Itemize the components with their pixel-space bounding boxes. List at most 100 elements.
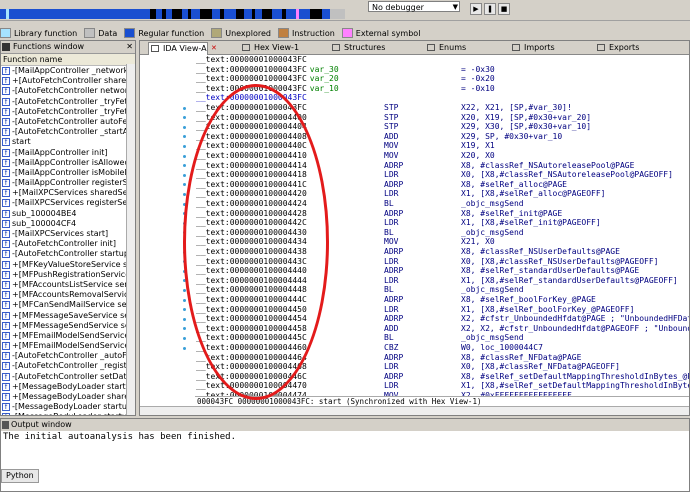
code-line[interactable]: __text:000000010000445C BL _objc_msgSend (196, 333, 524, 343)
function-list-item[interactable]: f+[MFMessageSendService serviceN (1, 321, 135, 331)
code-line[interactable]: __text:0000000100004414 ADRP X8, #classRef… (196, 161, 634, 171)
function-list-item[interactable]: f+[MessageBodyLoader sharedLoad (1, 392, 135, 402)
tab-structures[interactable]: Structures (330, 42, 385, 53)
code-line[interactable]: __text:000000010000443C LDR X0, [X8,#class… (196, 257, 658, 267)
code-line[interactable]: __text:000000010000446C ADRP X8, #selRef_s… (196, 372, 689, 382)
code-line[interactable]: __text:000000010000441C ADRP X8, #selRef_a… (196, 180, 567, 190)
play-icon[interactable]: ▶ (470, 3, 482, 15)
breakpoint-dot[interactable] (183, 202, 186, 206)
function-list-item[interactable]: f+[MFEmailModelSendService servic (1, 341, 135, 351)
code-line[interactable]: __text:000000010000442C LDR X1, [X8,#selRe… (196, 218, 601, 228)
function-list-item[interactable]: f-[MailAppController registerService (1, 178, 135, 188)
breakpoint-dot[interactable] (183, 346, 186, 350)
tab-hex-view-1[interactable]: Hex View-1 (240, 42, 299, 53)
breakpoint-dot[interactable] (183, 221, 186, 225)
function-name-column-header[interactable]: Function name (1, 54, 135, 66)
function-list-item[interactable]: f+[MFKeyValueStoreService serviceN (1, 260, 135, 270)
horizontal-scrollbar[interactable] (140, 406, 689, 415)
function-list-item[interactable]: f-[AutoFetchController _registerLock (1, 361, 135, 371)
breakpoint-dot[interactable] (183, 144, 186, 148)
function-list-item[interactable]: f+[MFAccountsListService serviceNa (1, 280, 135, 290)
function-list-item[interactable]: f-[AutoFetchController networkConfig (1, 86, 135, 96)
function-list-item[interactable]: f -[AutoFetchController _tryFetch] (1, 97, 135, 107)
code-line[interactable]: __text:0000000100004460 CBZ W0, loc_100004… (196, 343, 543, 353)
debugger-select[interactable]: No debugger ▼ (368, 1, 460, 12)
function-list-item[interactable]: f+[MFAccountsRemovalService servic (1, 290, 135, 300)
function-list-item[interactable]: f-[AutoFetchController autoFetchStat (1, 117, 135, 127)
functions-scrollbar[interactable] (126, 64, 135, 415)
tab-imports[interactable]: Imports (510, 42, 555, 53)
function-list-item[interactable]: f -[MailAppController init] (1, 148, 135, 158)
breakpoint-dot[interactable] (183, 250, 186, 254)
stop-icon[interactable]: ■ (498, 3, 510, 15)
breakpoint-dot[interactable] (183, 317, 186, 321)
code-line[interactable]: __text:00000001000043FC var_30 = -0x30 (196, 65, 495, 75)
python-tab[interactable]: Python (1, 469, 39, 483)
code-line[interactable]: __text:0000000100004454 ADRP X2, #cfstr_Un… (196, 314, 689, 324)
code-line[interactable]: __text:0000000100004410 MOV X20, X0 (196, 151, 495, 161)
close-icon[interactable]: ✕ (126, 41, 133, 53)
function-list-item[interactable]: f +[MailXPCServices sharedServer] (1, 188, 135, 198)
function-list-item[interactable]: f sub_100004CF4 (1, 219, 135, 229)
code-line[interactable]: __text:00000001000043FC STP X22, X21, [SP,… (196, 103, 572, 113)
code-line[interactable]: __text:0000000100004418 LDR X0, [X8,#class… (196, 170, 673, 180)
code-line[interactable]: __text:0000000100004424 BL _objc_msgSend (196, 199, 524, 209)
function-list-item[interactable]: f sub_100004BE4 (1, 209, 135, 219)
tab-exports[interactable]: Exports (595, 42, 639, 53)
function-list-item[interactable]: f -[MailXPCServices start] (1, 229, 135, 239)
function-list-item[interactable]: f-[MailAppController _networkConfig (1, 66, 135, 76)
tab-enums[interactable]: Enums (425, 42, 466, 53)
function-list-item[interactable]: f start (1, 137, 135, 147)
function-list-item[interactable]: f-[AutoFetchController _autoFetchOv (1, 351, 135, 361)
breakpoint-dot[interactable] (183, 269, 186, 273)
code-line[interactable]: __text:00000001000043FC (196, 55, 307, 65)
code-line[interactable]: __text:0000000100004434 MOV X21, X0 (196, 237, 495, 247)
output-window-titlebar[interactable]: Output window (1, 419, 689, 431)
breakpoint-dot[interactable] (183, 240, 186, 244)
function-list-item[interactable]: f-[MailXPCServices registerServiceCl (1, 198, 135, 208)
code-line[interactable]: __text:0000000100004428 ADRP X8, #selRef_i… (196, 209, 562, 219)
code-line[interactable]: __text:0000000100004438 ADRP X8, #classRef… (196, 247, 620, 257)
function-list-item[interactable]: f+[MFPushRegistrationService service (1, 270, 135, 280)
code-line[interactable]: __text:0000000100004458 ADD X2, X2, #cfstr… (196, 324, 689, 334)
breakpoint-dot[interactable] (183, 192, 186, 196)
code-line[interactable]: __text:0000000100004420 LDR X1, [X8,#selRe… (196, 189, 606, 199)
functions-window-titlebar[interactable]: Functions window ✕ (1, 41, 135, 54)
function-list-item[interactable]: f -[MailAppController isMobileMail] (1, 168, 135, 178)
code-line[interactable]: __text:00000001000043FC (196, 93, 307, 103)
code-line[interactable]: __text:0000000100004440 ADRP X8, #selRef_s… (196, 266, 639, 276)
disassembly-listing[interactable]: __text:00000001000043FC __text:0000000100… (140, 55, 689, 396)
breakpoint-dot[interactable] (183, 154, 186, 158)
function-list-item[interactable]: f +[MessageBodyLoader startup] (1, 382, 135, 392)
close-icon[interactable]: ✕ (211, 43, 217, 54)
function-list-item[interactable]: f+[MFEmailModelSendService servic (1, 331, 135, 341)
code-line[interactable]: __text:00000001000043FC var_20 = -0x20 (196, 74, 495, 84)
code-line[interactable]: __text:00000001000043FC var_10 = -0x10 (196, 84, 495, 94)
breakpoint-dot[interactable] (183, 125, 186, 129)
pause-icon[interactable]: ❚ (484, 3, 496, 15)
function-list-item[interactable]: f+[MFMessageSaveService serviceNa (1, 311, 135, 321)
code-line[interactable]: __text:0000000100004408 ADD X29, SP, #0x30… (196, 132, 562, 142)
code-line[interactable]: __text:0000000100004470 LDR X1, [X8,#selRe… (196, 381, 689, 391)
code-line[interactable]: __text:0000000100004400 STP X20, X19, [SP,… (196, 113, 591, 123)
code-line[interactable]: __text:0000000100004464 ADRP X8, #classRef… (196, 353, 581, 363)
code-line[interactable]: __text:0000000100004450 LDR X1, [X8,#selRe… (196, 305, 634, 315)
code-line[interactable]: __text:0000000100004468 LDR X0, [X8,#class… (196, 362, 620, 372)
function-list-item[interactable]: f-[AutoFetchController _startAutoFet (1, 127, 135, 137)
tab-ida-view-a[interactable]: IDA View-A ✕ (148, 42, 217, 55)
code-line[interactable]: __text:000000010000444C ADRP X8, #selRef_b… (196, 295, 596, 305)
breakpoint-dot[interactable] (183, 288, 186, 292)
function-list-item[interactable]: f+[MFCanSendMailService serviceNa (1, 300, 135, 310)
breakpoint-dot[interactable] (183, 173, 186, 177)
function-list-item[interactable]: f -[AutoFetchController init] (1, 239, 135, 249)
function-list-item[interactable]: f -[AutoFetchController startup] (1, 249, 135, 259)
code-line[interactable]: __text:0000000100004448 BL _objc_msgSend (196, 285, 524, 295)
function-list-item[interactable]: f-[AutoFetchController setDataSourc (1, 372, 135, 382)
code-line[interactable]: __text:000000010000440C MOV X19, X1 (196, 141, 495, 151)
function-list-item[interactable]: f-[MessageBodyLoader startup] (1, 412, 135, 415)
function-list-item[interactable]: f-[AutoFetchController _tryFetchwith (1, 107, 135, 117)
navigation-band[interactable] (0, 9, 345, 19)
breakpoint-dot[interactable] (183, 336, 186, 340)
code-line[interactable]: __text:0000000100004404 STP X29, X30, [SP,… (196, 122, 591, 132)
code-line[interactable]: __text:0000000100004430 BL _objc_msgSend (196, 228, 524, 238)
